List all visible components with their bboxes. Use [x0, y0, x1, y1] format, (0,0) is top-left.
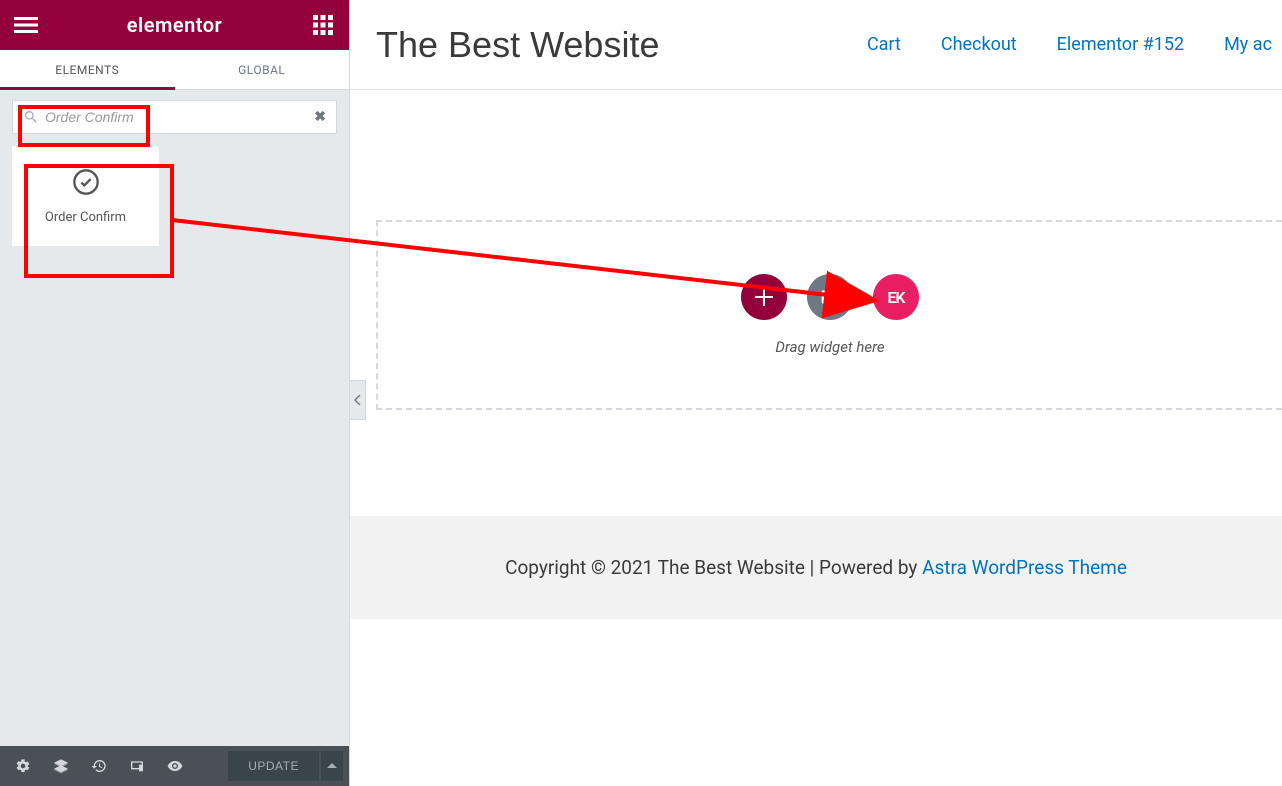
sidebar-footer: UPDATE — [0, 746, 349, 786]
elements-kit-button[interactable]: EK — [873, 274, 919, 320]
tab-global[interactable]: GLOBAL — [175, 50, 350, 90]
navigator-icon[interactable] — [44, 746, 78, 786]
elementor-logo: elementor — [127, 13, 223, 37]
apps-grid-icon[interactable] — [311, 13, 335, 37]
widget-results: Order Confirm — [0, 140, 349, 252]
chevron-left-icon — [354, 395, 362, 405]
widget-order-confirm[interactable]: Order Confirm — [12, 146, 159, 246]
nav-link-elementor-152[interactable]: Elementor #152 — [1057, 34, 1184, 55]
collapse-sidebar-handle[interactable] — [350, 380, 366, 420]
empty-section-dropzone[interactable]: EK Drag widget here — [376, 220, 1282, 410]
sidebar-header: elementor — [0, 0, 349, 50]
widget-search-input[interactable] — [45, 109, 314, 125]
settings-icon[interactable] — [6, 746, 40, 786]
elementor-sidebar: elementor ELEMENTS GLOBAL ✖ Order Confir… — [0, 0, 350, 786]
folder-icon — [820, 287, 840, 307]
update-button[interactable]: UPDATE — [228, 751, 319, 781]
history-icon[interactable] — [82, 746, 116, 786]
preview-icon[interactable] — [158, 746, 192, 786]
nav-link-checkout[interactable]: Checkout — [941, 34, 1017, 55]
ek-label: EK — [887, 288, 904, 307]
nav-link-cart[interactable]: Cart — [867, 34, 901, 55]
add-section-button[interactable] — [741, 274, 787, 320]
site-nav: Cart Checkout Elementor #152 My ac — [867, 34, 1282, 55]
responsive-icon[interactable] — [120, 746, 154, 786]
site-header: The Best Website Cart Checkout Elementor… — [350, 0, 1282, 90]
footer-theme-link[interactable]: Astra WordPress Theme — [922, 556, 1127, 579]
tab-elements[interactable]: ELEMENTS — [0, 50, 175, 90]
canvas-area: EK Drag widget here — [350, 90, 1282, 410]
widget-label: Order Confirm — [45, 210, 126, 225]
clear-search-icon[interactable]: ✖ — [314, 109, 326, 125]
update-caret-icon[interactable] — [321, 751, 343, 781]
search-row: ✖ — [0, 90, 349, 140]
update-group: UPDATE — [228, 751, 343, 781]
nav-link-my-account[interactable]: My ac — [1224, 34, 1272, 55]
add-section-row: EK — [741, 274, 919, 320]
footer-text: Copyright © 2021 The Best Website | Powe… — [505, 556, 922, 579]
page-preview: The Best Website Cart Checkout Elementor… — [350, 0, 1282, 786]
drag-widget-hint: Drag widget here — [775, 338, 884, 356]
site-title: The Best Website — [376, 24, 659, 66]
search-box: ✖ — [12, 100, 337, 134]
search-icon — [23, 109, 39, 125]
site-footer: Copyright © 2021 The Best Website | Powe… — [350, 516, 1282, 619]
sidebar-tabs: ELEMENTS GLOBAL — [0, 50, 349, 90]
plus-icon — [755, 288, 773, 306]
check-circle-icon — [72, 168, 100, 196]
add-template-button[interactable] — [807, 274, 853, 320]
menu-icon[interactable] — [14, 13, 38, 37]
